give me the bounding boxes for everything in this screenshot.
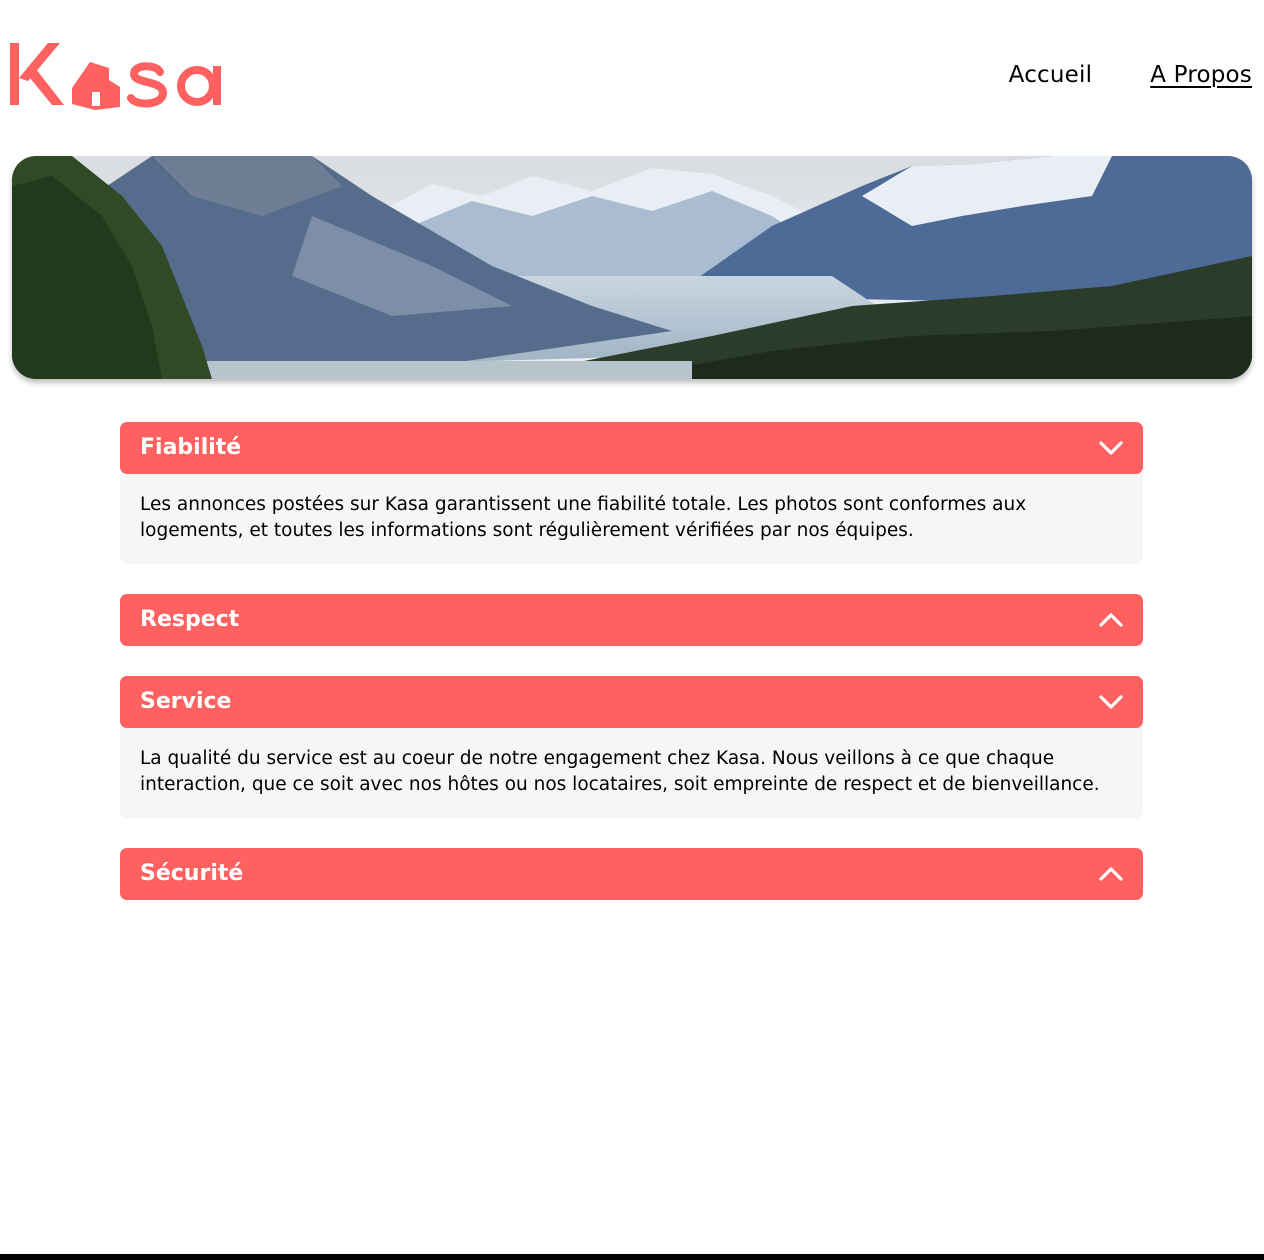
kasa-logo[interactable] <box>10 40 226 112</box>
collapse-respect: Respect <box>120 594 1143 646</box>
about-collapses: Fiabilité Les annonces postées sur Kasa … <box>120 422 1143 930</box>
page-bottom-edge <box>0 1254 1264 1260</box>
collapse-fiabilite: Fiabilité Les annonces postées sur Kasa … <box>120 422 1143 564</box>
collapse-header-securite[interactable]: Sécurité <box>120 848 1143 900</box>
collapse-header-respect[interactable]: Respect <box>120 594 1143 646</box>
collapse-header-fiabilite[interactable]: Fiabilité <box>120 422 1143 474</box>
main-nav: Accueil A Propos <box>1009 62 1252 88</box>
collapse-service: Service La qualité du service est au coe… <box>120 676 1143 818</box>
collapse-content: Les annonces postées sur Kasa garantisse… <box>120 472 1143 564</box>
about-banner-image <box>12 156 1252 379</box>
collapse-title: Respect <box>140 607 240 632</box>
chevron-down-icon[interactable] <box>1099 436 1123 460</box>
nav-link-about[interactable]: A Propos <box>1150 62 1252 88</box>
chevron-up-icon[interactable] <box>1099 608 1123 632</box>
collapse-title: Service <box>140 689 232 714</box>
collapse-header-service[interactable]: Service <box>120 676 1143 728</box>
chevron-down-icon[interactable] <box>1099 690 1123 714</box>
collapse-title: Fiabilité <box>140 435 242 460</box>
collapse-text: Les annonces postées sur Kasa garantisse… <box>140 494 1027 541</box>
chevron-up-icon[interactable] <box>1099 862 1123 886</box>
site-header: Accueil A Propos <box>0 0 1264 140</box>
collapse-securite: Sécurité <box>120 848 1143 900</box>
nav-link-home[interactable]: Accueil <box>1009 62 1093 88</box>
collapse-title: Sécurité <box>140 861 244 886</box>
collapse-content: La qualité du service est au coeur de no… <box>120 726 1143 818</box>
collapse-text: La qualité du service est au coeur de no… <box>140 748 1100 795</box>
